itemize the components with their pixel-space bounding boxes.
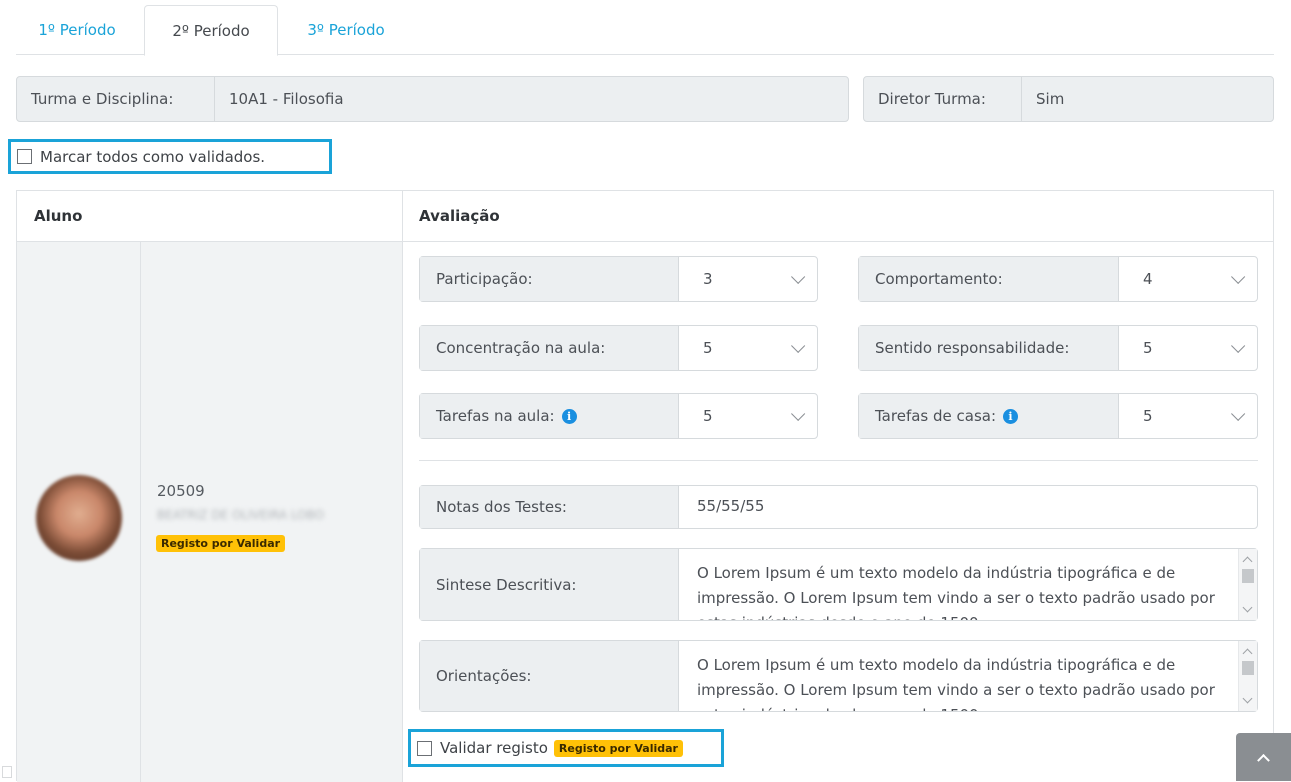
status-badge-label: Registo por Validar <box>156 535 286 552</box>
scroll-up-icon[interactable] <box>1242 556 1253 567</box>
resize-handle-icon <box>2 766 12 778</box>
scroll-thumb[interactable] <box>1242 661 1254 675</box>
info-icon[interactable]: i <box>1003 408 1019 424</box>
responsabilidade-select[interactable]: 5 <box>1119 326 1257 370</box>
chevron-down-icon <box>791 338 806 353</box>
sintese-descritiva-field: Sintese Descritiva: O Lorem Ipsum é um t… <box>419 548 1258 621</box>
comportamento-select[interactable]: 4 <box>1119 257 1257 301</box>
notas-testes-label: Notas dos Testes: <box>420 486 679 528</box>
period-tabs: 1º Período 2º Período 3º Período <box>16 0 1274 56</box>
chevron-down-icon <box>1231 338 1246 353</box>
chevron-down-icon <box>1231 406 1246 421</box>
textarea-scrollbar[interactable] <box>1238 641 1257 711</box>
participacao-label: Participação: <box>420 257 679 301</box>
tarefas-casa-label-cell: Tarefas de casa: i <box>859 394 1119 438</box>
chevron-down-icon <box>791 269 806 284</box>
tarefas-aula-field: Tarefas na aula: i 5 <box>419 393 818 439</box>
diretor-label: Diretor Turma: <box>864 77 1022 121</box>
tarefas-casa-select[interactable]: 5 <box>1119 394 1257 438</box>
comportamento-value: 4 <box>1143 270 1153 288</box>
validate-record[interactable]: Validar registo Registo por Validar <box>408 729 724 767</box>
participacao-select[interactable]: 3 <box>679 257 817 301</box>
participacao-value: 3 <box>703 270 713 288</box>
chevron-down-icon <box>1231 269 1246 284</box>
responsabilidade-value: 5 <box>1143 339 1153 357</box>
table-header: Aluno Avaliação <box>17 191 1273 242</box>
scroll-down-icon[interactable] <box>1242 693 1253 704</box>
turma-value: 10A1 - Filosofia <box>229 90 344 108</box>
turma-label: Turma e Disciplina: <box>17 77 215 121</box>
tab-2-periodo[interactable]: 2º Período <box>144 5 278 56</box>
student-info-cell: 20509 BEATRIZ DE OLIVEIRA LOBO Registo p… <box>141 242 402 782</box>
concentracao-select[interactable]: 5 <box>679 326 817 370</box>
info-icon[interactable]: i <box>561 408 577 424</box>
sintese-descritiva-label: Sintese Descritiva: <box>420 549 679 620</box>
orientacoes-field: Orientações: O Lorem Ipsum é um texto mo… <box>419 640 1258 712</box>
evaluation-panel: Participação: 3 Comportamento: 4 Concent… <box>403 242 1274 782</box>
notas-testes-field: Notas dos Testes: 55/55/55 <box>419 485 1258 529</box>
mark-all-checkbox[interactable] <box>17 149 32 164</box>
concentracao-field: Concentração na aula: 5 <box>419 325 818 371</box>
student-name: BEATRIZ DE OLIVEIRA LOBO <box>157 508 325 522</box>
textarea-scrollbar[interactable] <box>1238 549 1257 620</box>
tarefas-casa-label: Tarefas de casa: <box>875 407 997 425</box>
avatar <box>36 475 122 561</box>
notas-testes-input[interactable]: 55/55/55 <box>679 486 1257 528</box>
turma-disciplina-bar: Turma e Disciplina: 10A1 - Filosofia <box>16 76 849 122</box>
validate-record-label: Validar registo <box>440 739 548 757</box>
diretor-turma-bar: Diretor Turma: Sim <box>863 76 1274 122</box>
scroll-up-icon[interactable] <box>1242 648 1253 659</box>
validate-record-checkbox[interactable] <box>417 740 432 756</box>
diretor-value: Sim <box>1036 90 1065 108</box>
tarefas-casa-value: 5 <box>1143 407 1153 425</box>
sintese-descritiva-text: O Lorem Ipsum é um texto modelo da indús… <box>697 564 1215 620</box>
mark-all-label: Marcar todos como validados. <box>40 147 266 166</box>
comportamento-field: Comportamento: 4 <box>858 256 1258 302</box>
chevron-down-icon <box>791 406 806 421</box>
tarefas-aula-select[interactable]: 5 <box>679 394 817 438</box>
divider <box>419 460 1258 461</box>
scroll-thumb[interactable] <box>1242 569 1254 583</box>
scroll-down-icon[interactable] <box>1242 602 1253 613</box>
chevron-up-icon <box>1257 753 1270 767</box>
student-number: 20509 <box>157 482 205 500</box>
orientacoes-textarea[interactable]: O Lorem Ipsum é um texto modelo da indús… <box>679 641 1257 711</box>
student-photo-cell <box>17 242 141 782</box>
status-badge: Registo por Validar <box>553 739 683 757</box>
tarefas-aula-value: 5 <box>703 407 713 425</box>
mark-all-validated[interactable]: Marcar todos como validados. <box>8 139 332 174</box>
scroll-to-top-button[interactable] <box>1236 733 1291 781</box>
sintese-descritiva-textarea[interactable]: O Lorem Ipsum é um texto modelo da indús… <box>679 549 1257 620</box>
orientacoes-text: O Lorem Ipsum é um texto modelo da indús… <box>697 656 1215 711</box>
responsabilidade-label: Sentido responsabilidade: <box>859 326 1119 370</box>
column-header-aluno: Aluno <box>34 207 83 225</box>
status-badge: Registo por Validar <box>156 533 286 552</box>
tab-1-periodo[interactable]: 1º Período <box>16 5 138 55</box>
concentracao-value: 5 <box>703 339 713 357</box>
tab-3-periodo[interactable]: 3º Período <box>282 5 410 55</box>
tarefas-aula-label: Tarefas na aula: <box>436 407 555 425</box>
column-header-avaliacao: Avaliação <box>419 207 500 225</box>
evaluation-table: Aluno Avaliação 20509 BEATRIZ DE OLIVEIR… <box>16 190 1274 782</box>
orientacoes-label: Orientações: <box>420 641 679 711</box>
responsabilidade-field: Sentido responsabilidade: 5 <box>858 325 1258 371</box>
comportamento-label: Comportamento: <box>859 257 1119 301</box>
tarefas-casa-field: Tarefas de casa: i 5 <box>858 393 1258 439</box>
tarefas-aula-label-cell: Tarefas na aula: i <box>420 394 679 438</box>
participacao-field: Participação: 3 <box>419 256 818 302</box>
concentracao-label: Concentração na aula: <box>420 326 679 370</box>
